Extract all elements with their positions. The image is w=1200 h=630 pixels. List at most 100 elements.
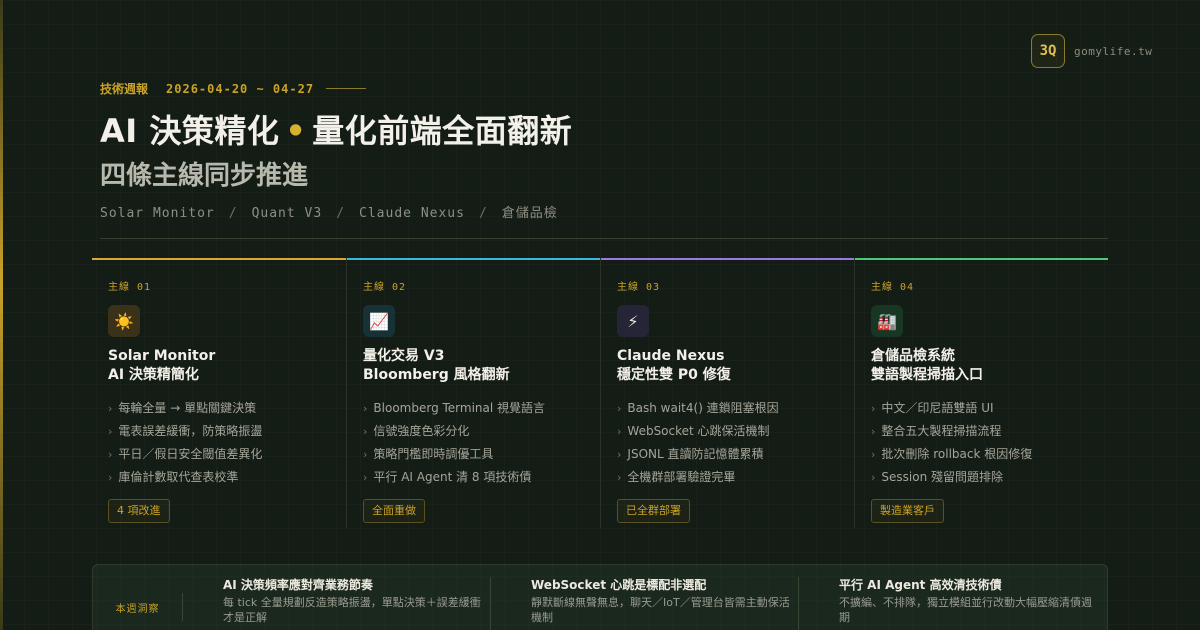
mainline-card: 主線 02 📈 量化交易 V3 Bloomberg 風格翻新 › Bloomber… [346,258,600,528]
card-title-line-1: Claude Nexus [617,348,725,364]
card-accent-line [347,258,600,260]
list-item: › 平行 AI Agent 清 8 項技術債 [363,466,600,489]
card-title-line-2: AI 決策精簡化 [108,367,199,383]
chevron-right-icon: › [363,402,368,415]
list-item-text: WebSocket 心跳保活機制 [627,424,770,438]
insight-title: 平行 AI Agent 高效清技術債 [839,578,1002,592]
chevron-right-icon: › [871,402,876,415]
list-item-text: 平日／假日安全閾值差異化 [118,447,263,461]
breadcrumb-item: Claude Nexus [359,206,465,221]
chevron-right-icon: › [108,402,113,415]
brand-domain: gomylife.tw [1074,44,1153,58]
list-item: › 整合五大製程掃描流程 [871,420,1108,443]
status-badge: 已全群部署 [617,499,690,523]
insight-label: 本週洞察 [93,593,183,621]
list-item-text: 電表誤差緩衝，防策略振盪 [118,424,263,438]
chevron-right-icon: › [108,471,113,484]
card-number: 主線 02 [363,282,407,293]
insight-title: AI 決策頻率應對齊業務節奏 [223,578,373,592]
card-number: 主線 04 [871,282,915,293]
meta-divider-line [326,88,367,89]
report-meta: 技術週報 2026-04-20 ~ 04-27 [100,80,367,97]
chevron-right-icon: › [617,471,622,484]
status-badge: 全面重做 [363,499,425,523]
list-item-text: Bash wait4() 連鎖阻塞根因 [627,401,779,415]
factory-icon: 🏭 [871,305,903,337]
status-badge: 製造業客戶 [871,499,944,523]
list-item: › 全機群部署驗證完畢 [617,466,854,489]
card-item-list: › Bloomberg Terminal 視覺語言 › 信號強度色彩分化 › 策略門檻… [363,397,600,489]
insight-title: WebSocket 心跳是標配非選配 [531,578,707,592]
list-item-text: 整合五大製程掃描流程 [881,424,1002,438]
list-item: › 每輪全量 → 單點關鍵決策 [108,397,346,420]
list-item-text: JSONL 直讀防記憶體累積 [627,447,764,461]
list-item: › 策略門檻即時調優工具 [363,443,600,466]
list-item-text: Session 殘留問題排除 [881,470,1004,484]
list-item: › 電表誤差緩衝，防策略振盪 [108,420,346,443]
card-title-line-1: 倉儲品檢系統 [871,348,955,364]
list-item-text: 平行 AI Agent 清 8 項技術債 [373,470,532,484]
breadcrumb: Solar Monitor / Quant V3 / Claude Nexus / 倉儲品檢 [100,202,558,221]
list-item: › JSONL 直讀防記憶體累積 [617,443,854,466]
list-item-text: Bloomberg Terminal 視覺語言 [373,401,546,415]
breadcrumb-separator: / [228,206,238,221]
brand-logo: 3Q [1031,34,1065,68]
card-item-list: › 每輪全量 → 單點關鍵決策 › 電表誤差緩衝，防策略振盪 › 平日／假日安全閾值差… [108,397,346,489]
breadcrumb-separator: / [336,206,346,221]
chevron-right-icon: › [108,448,113,461]
card-title: Claude Nexus 穩定性雙 P0 修復 [617,347,854,385]
card-number: 主線 01 [108,282,152,293]
report-date-range: 2026-04-20 ~ 04-27 [166,81,315,96]
card-title-line-2: 雙語製程掃描入口 [871,367,983,383]
chevron-right-icon: › [617,448,622,461]
list-item: › 平日／假日安全閾值差異化 [108,443,346,466]
list-item: › 信號強度色彩分化 [363,420,600,443]
card-item-list: › 中文／印尼語雙語 UI › 整合五大製程掃描流程 › 批次刪除 rollback … [871,397,1108,489]
card-title-line-2: Bloomberg 風格翻新 [363,367,510,383]
insight-description: 不擴編、不排隊，獨立模組並行改動大幅壓縮清債週期 [839,596,1092,624]
insight-item: AI 決策頻率應對齊業務節奏 每 tick 全量規劃反造策略振盪，單點決策＋誤差… [183,577,491,630]
status-badge: 4 項改進 [108,499,170,523]
list-item-text: 批次刪除 rollback 根因修復 [881,447,1033,461]
lightning-icon: ⚡ [617,305,649,337]
breadcrumb-item: Solar Monitor [100,206,215,221]
list-item: › 中文／印尼語雙語 UI [871,397,1108,420]
weekly-insight-panel: 本週洞察 AI 決策頻率應對齊業務節奏 每 tick 全量規劃反造策略振盪，單點… [92,564,1108,630]
insight-description: 每 tick 全量規劃反造策略振盪，單點決策＋誤差緩衝才是正解 [223,596,481,624]
mainline-card: 主線 03 ⚡ Claude Nexus 穩定性雙 P0 修復 › Bash wa… [600,258,854,528]
card-accent-line [855,258,1108,260]
chevron-right-icon: › [871,471,876,484]
sun-icon: ☀️ [108,305,140,337]
chevron-right-icon: › [617,425,622,438]
chevron-right-icon: › [871,448,876,461]
chart-up-icon: 📈 [363,305,395,337]
chevron-right-icon: › [363,425,368,438]
title-part-1: AI 決策精化 [100,112,280,150]
title-separator: • [285,112,307,150]
left-accent-bar [0,0,3,630]
card-item-list: › Bash wait4() 連鎖阻塞根因 › WebSocket 心跳保活機制 ›… [617,397,854,489]
list-item: › WebSocket 心跳保活機制 [617,420,854,443]
card-title: Solar Monitor AI 決策精簡化 [108,347,346,385]
title-part-2: 量化前端全面翻新 [312,112,573,150]
chevron-right-icon: › [363,448,368,461]
breadcrumb-separator: / [478,206,488,221]
card-title: 量化交易 V3 Bloomberg 風格翻新 [363,347,600,385]
mainline-card: 主線 01 ☀️ Solar Monitor AI 決策精簡化 › 每輪全量 → … [92,258,346,528]
card-title: 倉儲品檢系統 雙語製程掃描入口 [871,347,1108,385]
header-divider [100,238,1108,239]
mainline-card: 主線 04 🏭 倉儲品檢系統 雙語製程掃描入口 › 中文／印尼語雙語 UI › 整合… [854,258,1108,528]
chevron-right-icon: › [108,425,113,438]
card-title-line-1: 量化交易 V3 [363,348,445,364]
insight-item: 平行 AI Agent 高效清技術債 不擴編、不排隊，獨立模組並行改動大幅壓縮清… [799,577,1107,630]
card-title-line-2: 穩定性雙 P0 修復 [617,367,731,383]
card-accent-line [92,258,346,260]
list-item-text: 策略門檻即時調優工具 [373,447,494,461]
list-item: › Bloomberg Terminal 視覺語言 [363,397,600,420]
chevron-right-icon: › [871,425,876,438]
mainline-cards: 主線 01 ☀️ Solar Monitor AI 決策精簡化 › 每輪全量 → … [92,258,1108,528]
card-number: 主線 03 [617,282,661,293]
card-accent-line [601,258,854,260]
list-item-text: 庫倫計數取代查表校準 [118,470,239,484]
chevron-right-icon: › [363,471,368,484]
